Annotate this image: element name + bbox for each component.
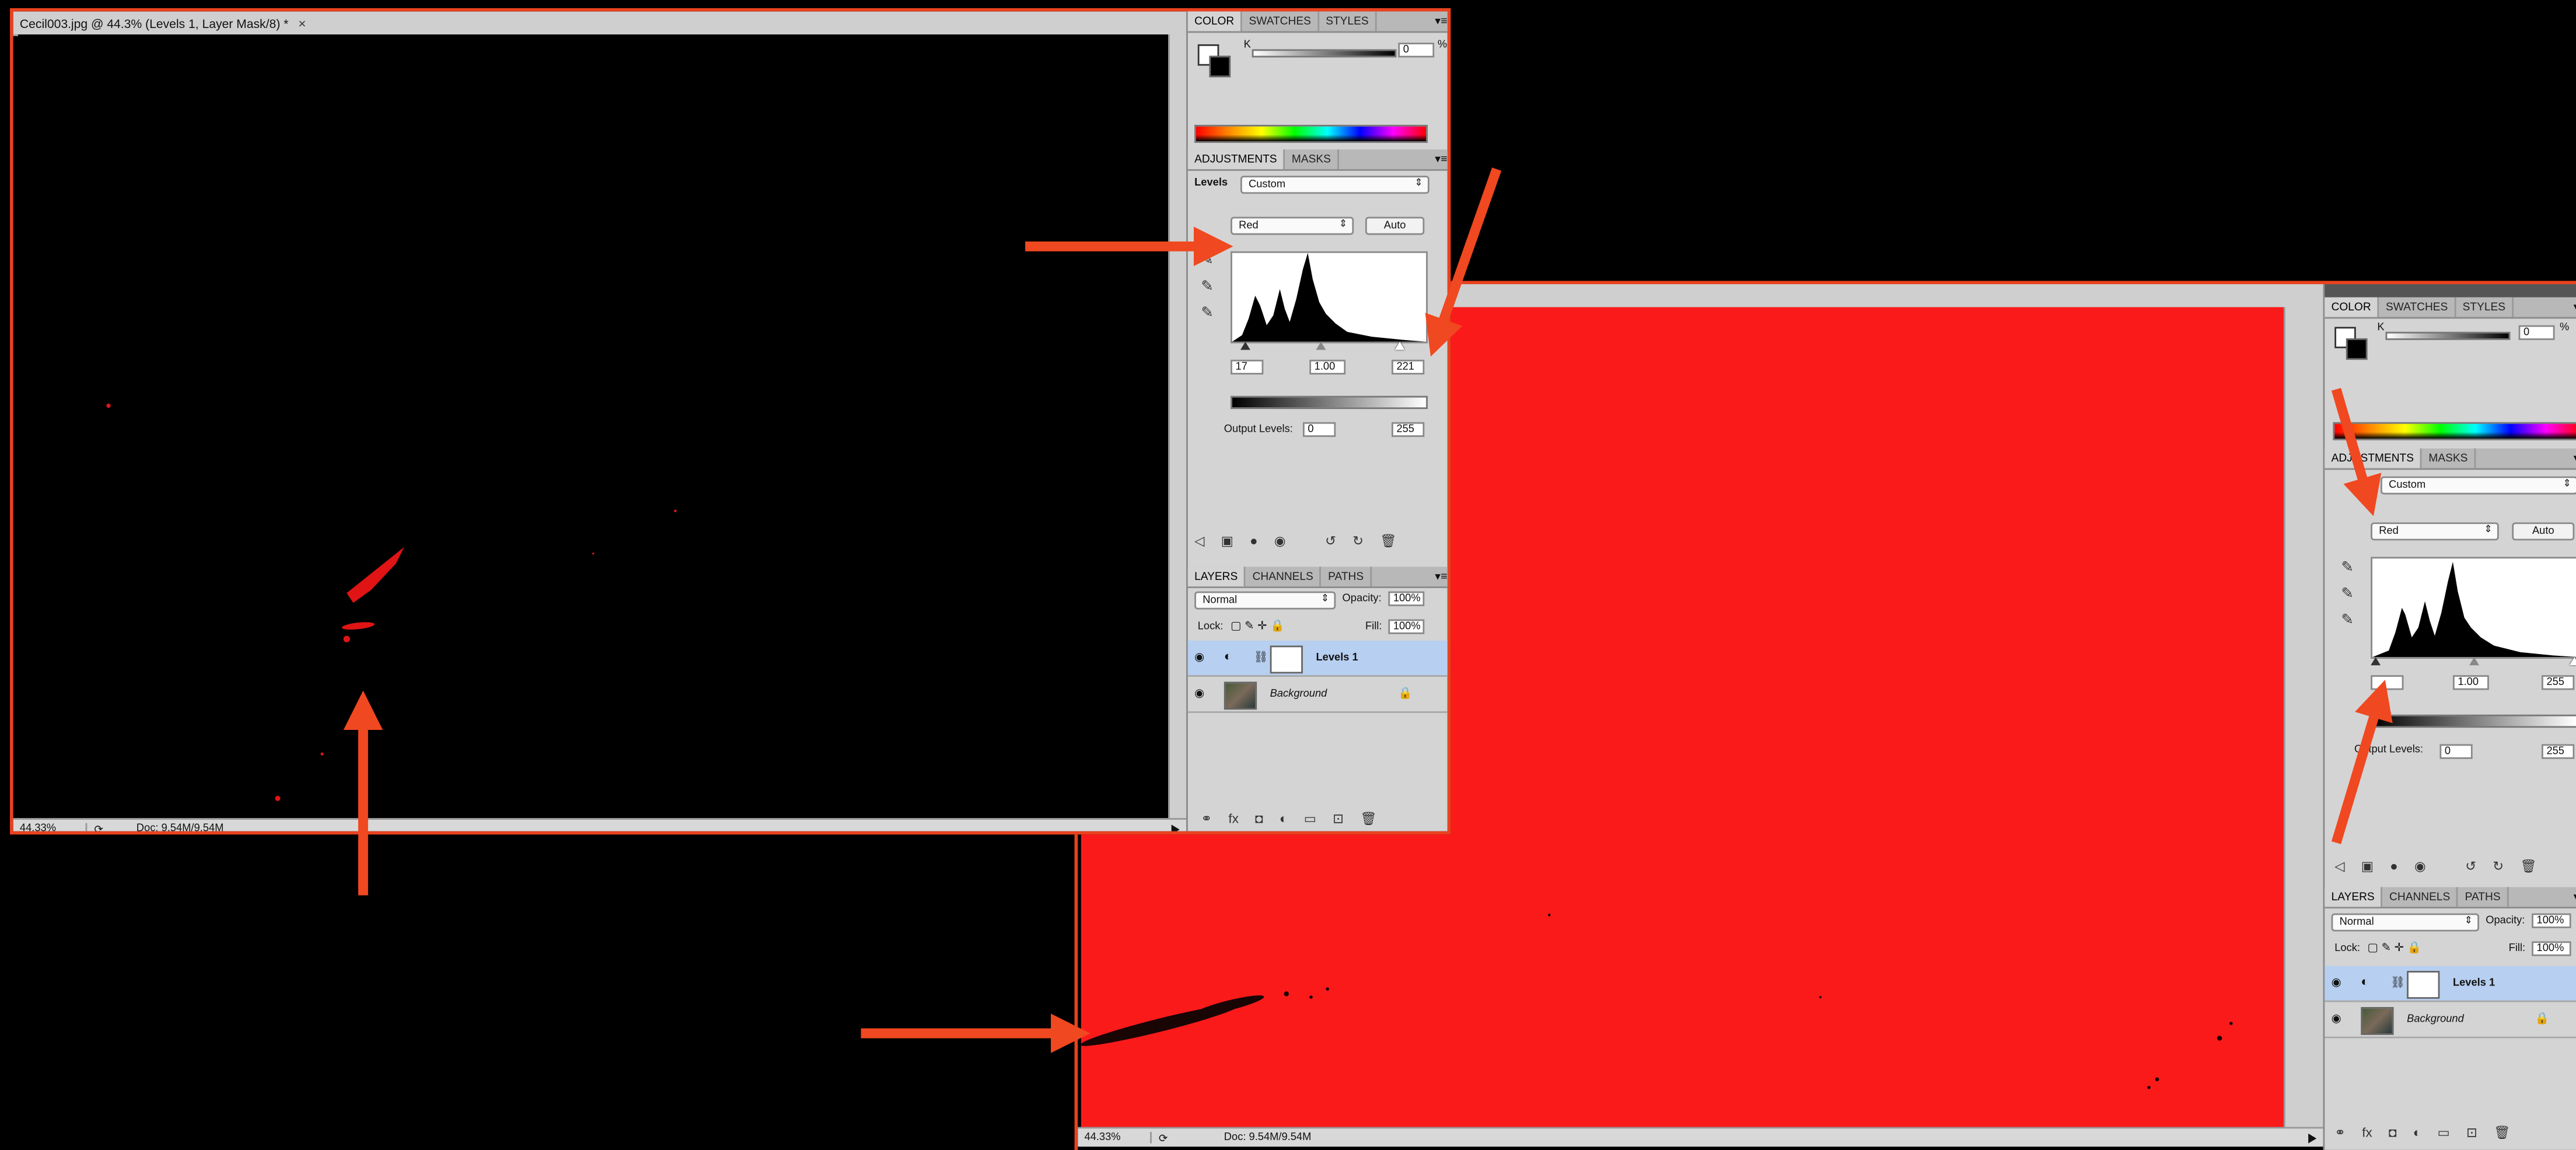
arrow-to-channel-select-right [2331, 387, 2382, 516]
screenshot-composite: 44.33% ⟳ Doc: 9.54M/9.54M COLOR SWATCHES… [10, 8, 2576, 1150]
arrow-to-black-slider-right [2331, 680, 2393, 844]
arrow-to-white-slider [1425, 167, 1502, 357]
annotation-arrows [343, 167, 2393, 1053]
